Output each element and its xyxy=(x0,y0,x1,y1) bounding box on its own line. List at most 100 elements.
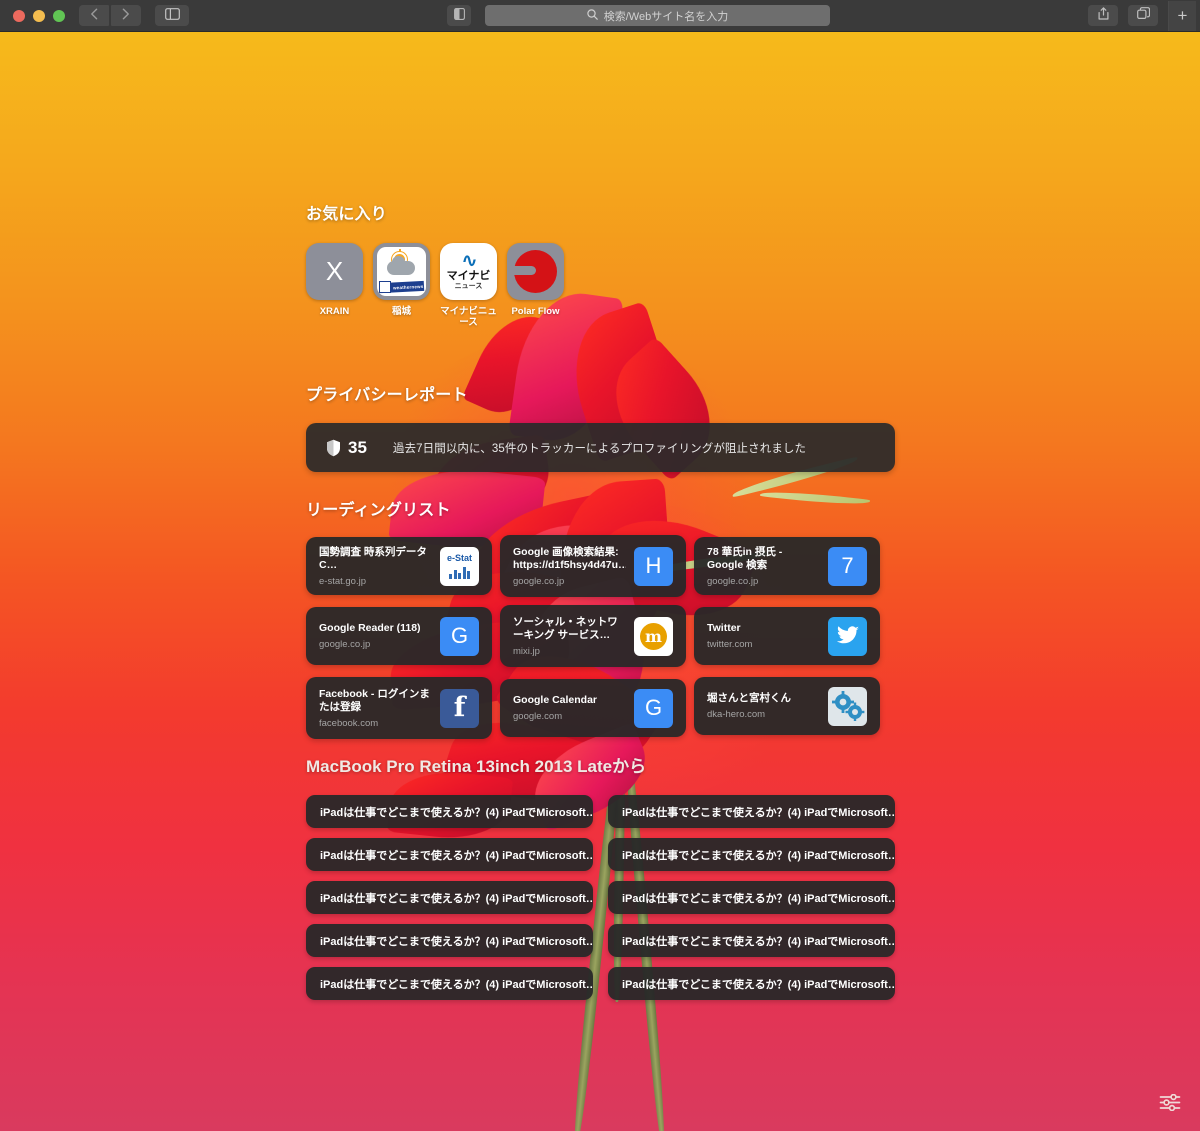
card-url: e-stat.go.jp xyxy=(319,575,366,587)
card-title: 堀さんと宮村くん xyxy=(707,692,791,704)
reading-list-card[interactable]: 堀さんと宮村くん dka-hero.com xyxy=(694,677,880,735)
card-title: Google Calendar xyxy=(513,694,598,706)
reading-list-card[interactable]: Twitter twitter.com xyxy=(694,607,880,665)
estat-logo-text: e-Stat xyxy=(446,552,472,563)
device-tab-item[interactable]: iPadは仕事でどこまで使えるか？(4) iPadでMicrosoft… xyxy=(306,795,593,828)
favorites-title: お気に入り xyxy=(306,206,388,223)
mynavi-icon: ∿ マイナビ ニュース xyxy=(440,243,497,300)
card-url: google.co.jp xyxy=(319,639,371,650)
reading-list-card[interactable]: Google Calendar google.com G xyxy=(500,679,686,737)
reading-list-card[interactable]: 78 華氏in 摂氏 - Google 検索 google.co.jp 7 xyxy=(694,537,880,595)
favorite-item-xrain[interactable]: X XRAIN xyxy=(306,243,363,328)
close-window-button[interactable] xyxy=(13,9,25,22)
mynavi-jp-text: マイナビ xyxy=(446,270,491,282)
sliders-settings-icon xyxy=(1159,1093,1181,1116)
share-button[interactable] xyxy=(1088,5,1118,26)
blue-letter-icon: G xyxy=(634,688,673,728)
mixi-icon: m xyxy=(634,616,673,656)
reading-list-card[interactable]: 国勢調査 時系列データ C… e-stat.go.jp e-Stat xyxy=(306,537,492,595)
browser-toolbar: 検索/Webサイト名を入力 + xyxy=(0,0,1200,32)
reading-list-section: リーディングリスト 国勢調査 時系列データ C… e-stat.go.jp e-… xyxy=(306,496,895,739)
minimize-window-button[interactable] xyxy=(33,9,45,22)
tab-overview-icon xyxy=(1136,6,1150,25)
device-tab-item[interactable]: iPadは仕事でどこまで使えるか？(4) iPadでMicrosoft… xyxy=(608,838,895,871)
privacy-report-message: 過去7日間以内に、35件のトラッカーによるプロファイリングが阻止されました xyxy=(392,442,807,455)
shield-icon xyxy=(326,439,341,457)
share-icon xyxy=(1098,6,1109,25)
card-title: 国勢調査 時系列データ C… xyxy=(319,545,427,571)
blue-letter-icon: 7 xyxy=(828,546,867,586)
device-tabs-title: MacBook Pro Retina 13inch 2013 Lateから xyxy=(306,757,647,776)
safari-window: 検索/Webサイト名を入力 + お気に入り X XRAIN weathernew… xyxy=(0,0,1200,1131)
reading-list-title: リーディングリスト xyxy=(306,502,451,519)
device-tab-item[interactable]: iPadは仕事でどこまで使えるか？(4) iPadでMicrosoft… xyxy=(608,881,895,914)
forward-button[interactable] xyxy=(111,5,141,26)
weathernews-banner-text: weathernews xyxy=(392,283,424,290)
favorites-section: お気に入り X XRAIN weathernews 稲城 ∿ マイナビ ニュース… xyxy=(306,200,906,328)
chevron-right-icon xyxy=(122,7,130,25)
favorite-item-mynavi-news[interactable]: ∿ マイナビ ニュース マイナビニュース xyxy=(440,243,497,328)
reader-view-icon xyxy=(453,7,465,25)
start-page-content: お気に入り X XRAIN weathernews 稲城 ∿ マイナビ ニュース… xyxy=(0,32,1200,1131)
privacy-report-section: プライバシーレポート 35 過去7日間以内に、35件のトラッカーによるプロファイ… xyxy=(306,381,895,472)
card-title: 78 華氏in 摂氏 - Google 検索 xyxy=(707,545,783,571)
xrain-glyph: X xyxy=(325,256,344,286)
reading-list-card[interactable]: ソーシャル・ネットワーキング サービス [mixi(ミ… mixi.jp m xyxy=(500,605,686,667)
card-title: Google 画像検索結果: https://d1f5hsy4d47u… xyxy=(513,545,626,571)
card-url: google.co.jp xyxy=(707,575,759,587)
device-tab-item[interactable]: iPadは仕事でどこまで使えるか？(4) iPadでMicrosoft… xyxy=(608,924,895,957)
favorite-label: マイナビニュース xyxy=(440,306,497,328)
tracker-count: 35 xyxy=(348,437,367,457)
address-search-field[interactable]: 検索/Webサイト名を入力 xyxy=(485,5,830,26)
facebook-icon: f xyxy=(440,688,479,728)
back-button[interactable] xyxy=(79,5,109,26)
mixi-letter: m xyxy=(640,622,667,650)
device-tab-item[interactable]: iPadは仕事でどこまで使えるか？(4) iPadでMicrosoft… xyxy=(306,924,593,957)
xrain-icon: X xyxy=(306,243,363,300)
reading-list-rows: 国勢調査 時系列データ C… e-stat.go.jp e-Stat Googl… xyxy=(306,535,895,739)
card-url: dka-hero.com xyxy=(707,709,766,720)
sidebar-icon xyxy=(164,7,180,25)
reading-list-card[interactable]: Facebook - ログインまたは登録 facebook.com f xyxy=(306,677,492,739)
card-url: facebook.com xyxy=(319,717,379,729)
reading-list-card[interactable]: Google 画像検索結果: https://d1f5hsy4d47u… goo… xyxy=(500,535,686,597)
polar-flow-icon xyxy=(507,243,564,300)
new-tab-button[interactable]: + xyxy=(1168,0,1196,31)
navigation-buttons xyxy=(79,5,141,26)
favorite-item-polar-flow[interactable]: Polar Flow xyxy=(507,243,564,328)
mynavi-jp-subtext: ニュース xyxy=(454,283,483,290)
reading-list-row: 国勢調査 時系列データ C… e-stat.go.jp e-Stat Googl… xyxy=(306,535,895,597)
twitter-icon xyxy=(828,616,867,656)
reading-list-card[interactable]: Google Reader (118) google.co.jp G xyxy=(306,607,492,665)
gears-icon xyxy=(828,686,867,726)
reading-list-row: Facebook - ログインまたは登録 facebook.com f Goog… xyxy=(306,677,895,739)
card-title: ソーシャル・ネットワーキング サービス [mixi(ミ… xyxy=(513,615,618,641)
start-page-settings-button[interactable] xyxy=(1157,1093,1183,1116)
device-tab-item[interactable]: iPadは仕事でどこまで使えるか？(4) iPadでMicrosoft… xyxy=(608,967,895,1000)
maximize-window-button[interactable] xyxy=(53,9,65,22)
window-controls xyxy=(0,9,65,22)
favorite-item-inagi[interactable]: weathernews 稲城 xyxy=(373,243,430,328)
favorite-label: 稲城 xyxy=(391,306,411,317)
blue-letter-icon: H xyxy=(634,546,673,586)
device-tab-item[interactable]: iPadは仕事でどこまで使えるか？(4) iPadでMicrosoft… xyxy=(306,881,593,914)
weathernews-icon: weathernews xyxy=(373,243,430,300)
favorites-grid: X XRAIN weathernews 稲城 ∿ マイナビ ニュース マイナビニ… xyxy=(306,243,906,328)
favorite-label: XRAIN xyxy=(319,306,350,317)
tab-overview-button[interactable] xyxy=(1128,5,1158,26)
blue-letter-icon: G xyxy=(440,616,479,656)
device-tabs-section: MacBook Pro Retina 13inch 2013 Lateから iP… xyxy=(306,752,895,1000)
sidebar-toggle-button[interactable] xyxy=(155,5,189,26)
device-tab-item[interactable]: iPadは仕事でどこまで使えるか？(4) iPadでMicrosoft… xyxy=(608,795,895,828)
reader-view-button[interactable] xyxy=(447,5,471,26)
toolbar-right-group: + xyxy=(1088,0,1200,31)
privacy-report-card[interactable]: 35 過去7日間以内に、35件のトラッカーによるプロファイリングが阻止されました xyxy=(306,423,895,472)
device-tab-item[interactable]: iPadは仕事でどこまで使えるか？(4) iPadでMicrosoft… xyxy=(306,967,593,1000)
card-url: google.co.jp xyxy=(513,575,565,587)
card-url: twitter.com xyxy=(707,639,753,650)
device-tab-item[interactable]: iPadは仕事でどこまで使えるか？(4) iPadでMicrosoft… xyxy=(306,838,593,871)
card-title: Google Reader (118) xyxy=(319,622,421,634)
reading-list-row: Google Reader (118) google.co.jp G ソーシャル… xyxy=(306,605,895,667)
address-placeholder-text: 検索/Webサイト名を入力 xyxy=(603,10,729,23)
device-tabs-grid: iPadは仕事でどこまで使えるか？(4) iPadでMicrosoft… iPa… xyxy=(306,795,895,1000)
